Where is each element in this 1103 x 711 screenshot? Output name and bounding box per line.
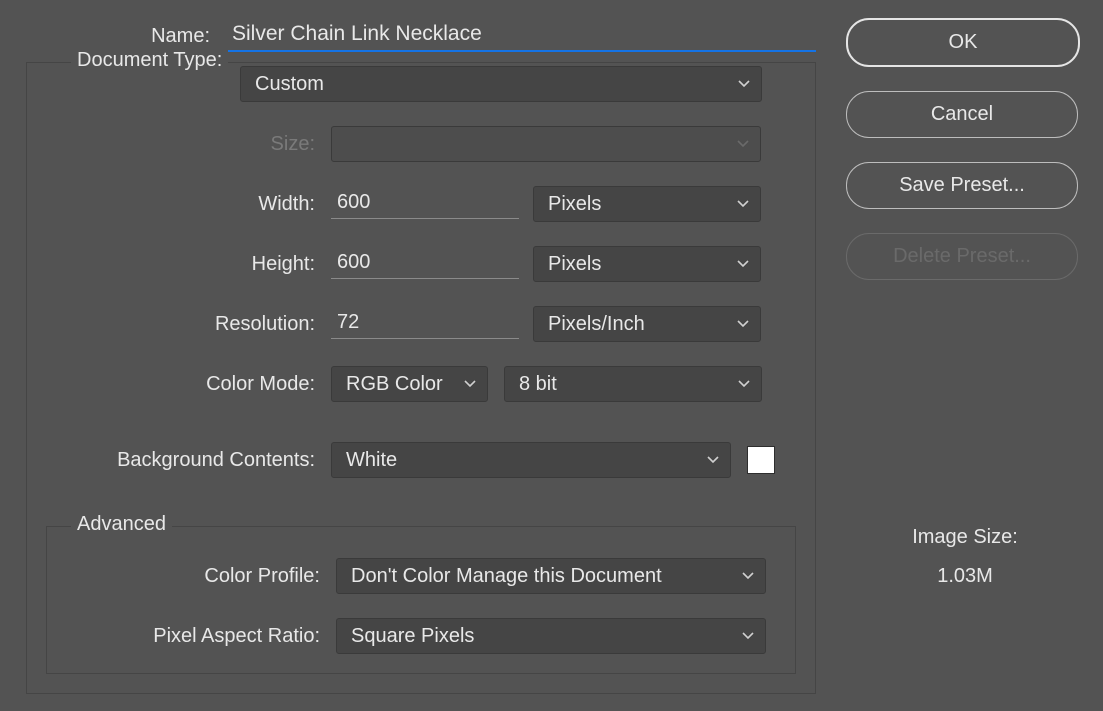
chevron-down-icon (741, 571, 755, 581)
size-dropdown (331, 126, 761, 162)
cancel-button[interactable]: Cancel (846, 91, 1078, 138)
chevron-down-icon (737, 379, 751, 389)
chevron-down-icon (706, 455, 720, 465)
chevron-down-icon (736, 139, 750, 149)
name-input[interactable] (226, 20, 816, 52)
resolution-unit-value: Pixels/Inch (548, 313, 645, 336)
pixel-aspect-ratio-value: Square Pixels (351, 625, 474, 648)
color-profile-dropdown[interactable]: Don't Color Manage this Document (336, 558, 766, 594)
pixel-aspect-ratio-dropdown[interactable]: Square Pixels (336, 618, 766, 654)
chevron-down-icon (736, 259, 750, 269)
advanced-legend: Advanced (71, 513, 172, 536)
background-color-swatch[interactable] (747, 446, 775, 474)
resolution-input[interactable] (331, 309, 519, 339)
height-label: Height: (0, 253, 315, 276)
height-input[interactable] (331, 249, 519, 279)
color-mode-dropdown[interactable]: RGB Color (331, 366, 488, 402)
chevron-down-icon (737, 79, 751, 89)
image-size-label: Image Size: (846, 526, 1084, 549)
background-contents-label: Background Contents: (0, 449, 315, 472)
image-size-value: 1.03M (846, 565, 1084, 588)
name-label: Name: (0, 25, 210, 48)
delete-preset-button-label: Delete Preset... (893, 245, 1031, 268)
background-contents-value: White (346, 449, 397, 472)
delete-preset-button: Delete Preset... (846, 233, 1078, 280)
save-preset-button-label: Save Preset... (899, 174, 1025, 197)
chevron-down-icon (736, 199, 750, 209)
width-input[interactable] (331, 189, 519, 219)
width-unit-value: Pixels (548, 193, 601, 216)
ok-button-label: OK (949, 31, 978, 54)
chevron-down-icon (463, 379, 477, 389)
new-document-dialog: Name: Document Type: Custom Size: Width: (0, 0, 1103, 711)
color-mode-label: Color Mode: (0, 373, 315, 396)
chevron-down-icon (741, 631, 755, 641)
bit-depth-value: 8 bit (519, 373, 557, 396)
width-label: Width: (0, 193, 315, 216)
bit-depth-dropdown[interactable]: 8 bit (504, 366, 762, 402)
color-profile-value: Don't Color Manage this Document (351, 565, 662, 588)
size-label: Size: (0, 133, 315, 156)
resolution-unit-dropdown[interactable]: Pixels/Inch (533, 306, 761, 342)
chevron-down-icon (736, 319, 750, 329)
width-unit-dropdown[interactable]: Pixels (533, 186, 761, 222)
height-unit-value: Pixels (548, 253, 601, 276)
document-type-value: Custom (255, 73, 324, 96)
document-type-dropdown[interactable]: Custom (240, 66, 762, 102)
ok-button[interactable]: OK (846, 18, 1080, 67)
resolution-label: Resolution: (0, 313, 315, 336)
cancel-button-label: Cancel (931, 103, 993, 126)
background-contents-dropdown[interactable]: White (331, 442, 731, 478)
height-unit-dropdown[interactable]: Pixels (533, 246, 761, 282)
pixel-aspect-ratio-label: Pixel Aspect Ratio: (0, 625, 320, 648)
save-preset-button[interactable]: Save Preset... (846, 162, 1078, 209)
color-mode-value: RGB Color (346, 373, 443, 396)
color-profile-label: Color Profile: (0, 565, 320, 588)
